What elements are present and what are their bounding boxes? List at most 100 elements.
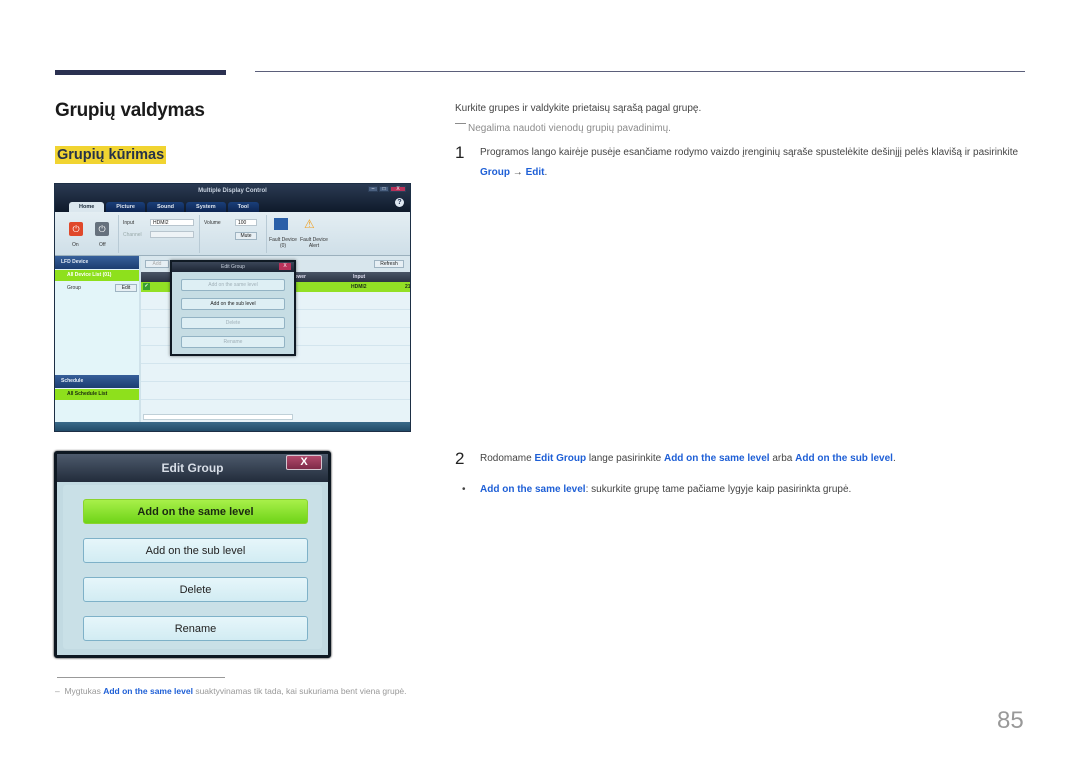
dialog-body: Add on the same level Add on the sub lev… (63, 485, 322, 649)
volume-group: Volume 100 Mute (201, 215, 267, 253)
fault-group: ⚠ Fault Device (0) Fault Device Alert (268, 215, 332, 253)
add-same-level-button[interactable]: Add on the same level (83, 499, 308, 524)
bullet-text: Add on the same level: sukurkite grupę t… (480, 484, 851, 495)
fault-device-label: Fault Device (0) (269, 237, 297, 249)
note: Negalima naudoti vienodų grupių pavadini… (455, 123, 671, 134)
input-label: Input (123, 220, 135, 226)
mini-dialog-title: Edit Group X (172, 262, 294, 272)
section-title: Grupių kūrimas (55, 146, 167, 164)
note-dash-icon (455, 123, 466, 124)
all-device-list[interactable]: All Device List (01) (55, 270, 139, 281)
edit-link: Edit (525, 167, 545, 178)
step-2-text: Rodomame Edit Group lange pasirinkite Ad… (480, 453, 896, 464)
step-1-path: Group → Edit. (480, 167, 547, 178)
input-select[interactable]: HDMI2 (150, 219, 194, 226)
footnote: – Mygtukas Add on the same level suaktyv… (55, 686, 407, 696)
window-title: Multiple Display Control (198, 188, 267, 194)
footnote-text: Mygtukas (64, 686, 104, 696)
power-off-icon[interactable]: ⏻ (95, 222, 109, 236)
on-label: On (72, 242, 79, 248)
arrow: → (510, 167, 526, 178)
channel-label: Channel (123, 232, 142, 238)
refresh-button[interactable]: Refresh (374, 260, 404, 268)
dialog-title-bar: Edit Group X (57, 454, 328, 482)
channel-field[interactable] (150, 231, 194, 238)
horizontal-scrollbar[interactable] (143, 414, 293, 420)
group-link: Group (480, 167, 510, 178)
col-input: Input (353, 274, 366, 280)
grid-row (141, 391, 410, 400)
fault-alert-label: Fault Device Alert (300, 237, 328, 249)
tab-home[interactable]: Home (69, 202, 105, 212)
sub-level-term: Add on the sub level (795, 453, 893, 464)
close-button[interactable]: X (390, 186, 406, 192)
tab-picture[interactable]: Picture (106, 202, 145, 212)
footnote-text-end: suaktyvinamas tik tada, kai sukuriama be… (192, 686, 407, 696)
add-sub-level-button[interactable]: Add on the sub level (83, 538, 308, 563)
period: . (544, 167, 548, 178)
volume-field[interactable]: 100 (235, 219, 257, 226)
maximize-button[interactable]: □ (379, 186, 389, 192)
add-button[interactable]: Add (145, 260, 169, 268)
mute-button[interactable]: Mute (235, 232, 257, 240)
rename-button[interactable]: Rename (83, 616, 308, 641)
edit-group-term: Edit Group (534, 453, 587, 464)
tab-system[interactable]: System (186, 202, 226, 212)
power-group: ⏻ ⏻ On Off (61, 215, 119, 253)
minimize-button[interactable]: – (368, 186, 378, 192)
fault-device-icon[interactable] (274, 218, 288, 230)
help-icon[interactable]: ? (395, 198, 404, 207)
step-2-number: 2 (455, 449, 465, 468)
footnote-dash: – (55, 686, 60, 696)
intro-text: Kurkite grupes ir valdykite prietaisų są… (455, 103, 702, 114)
app-screenshot: Multiple Display Control – □ X ? Home Pi… (54, 183, 411, 432)
text: lange pasirinkite (586, 453, 664, 464)
title-bar: Multiple Display Control – □ X ? Home Pi… (55, 184, 410, 212)
device-panel: LFD Device All Device List (01) Group Ed… (55, 256, 139, 422)
input-group: Input HDMI2 Channel (120, 215, 200, 253)
all-schedule-list[interactable]: All Schedule List (55, 389, 139, 400)
text: arba (769, 453, 796, 464)
power-on-icon[interactable]: ⏻ (69, 222, 83, 236)
footnote-rule (57, 677, 225, 678)
row-extra: 21 (405, 284, 411, 290)
lfd-device-header[interactable]: LFD Device (55, 256, 139, 269)
grid-row (141, 373, 410, 382)
mini-rename-button[interactable]: Rename (181, 336, 285, 348)
tab-tool[interactable]: Tool (227, 202, 259, 212)
mini-add-sub-level-button[interactable]: Add on the sub level (181, 298, 285, 310)
volume-label: Volume (204, 220, 221, 226)
row-input: HDMI2 (351, 284, 367, 290)
header-rule (255, 71, 1025, 72)
footnote-term: Add on the same level (103, 686, 193, 696)
mini-edit-group-dialog: Edit Group X Add on the same level Add on… (170, 260, 296, 356)
page-number: 85 (997, 707, 1024, 734)
same-level-term: Add on the same level (663, 453, 770, 464)
checkbox-icon[interactable]: ✓ (143, 283, 150, 290)
page-title: Grupių valdymas (55, 100, 205, 121)
step-1-text: Programos lango kairėje pusėje esančiame… (480, 147, 1019, 158)
header-accent-bar (55, 70, 226, 75)
off-label: Off (99, 242, 106, 248)
schedule-header[interactable]: Schedule (55, 375, 139, 388)
grid-row (141, 355, 410, 364)
period: . (892, 453, 896, 464)
warning-icon[interactable]: ⚠ (304, 217, 315, 231)
mini-title-text: Edit Group (221, 264, 245, 270)
mini-add-same-level-button[interactable]: Add on the same level (181, 279, 285, 291)
dialog-close-button[interactable]: X (286, 455, 322, 470)
bullet-marker: • (462, 484, 466, 495)
tab-sound[interactable]: Sound (146, 202, 185, 212)
text: Rodomame (480, 453, 535, 464)
edit-group-dialog: Edit Group X Add on the same level Add o… (54, 451, 331, 658)
status-bar (55, 422, 410, 431)
delete-button[interactable]: Delete (83, 577, 308, 602)
step-1-number: 1 (455, 143, 465, 162)
bullet-term: Add on the same level (480, 484, 586, 495)
group-item[interactable]: Group (67, 285, 81, 291)
mini-delete-button[interactable]: Delete (181, 317, 285, 329)
group-edit-button[interactable]: Edit (115, 284, 137, 292)
mini-close-button[interactable]: X (279, 263, 291, 270)
bullet-desc: : sukurkite grupę tame pačiame lygyje ka… (585, 484, 852, 495)
note-text: Negalima naudoti vienodų grupių pavadini… (468, 123, 671, 134)
